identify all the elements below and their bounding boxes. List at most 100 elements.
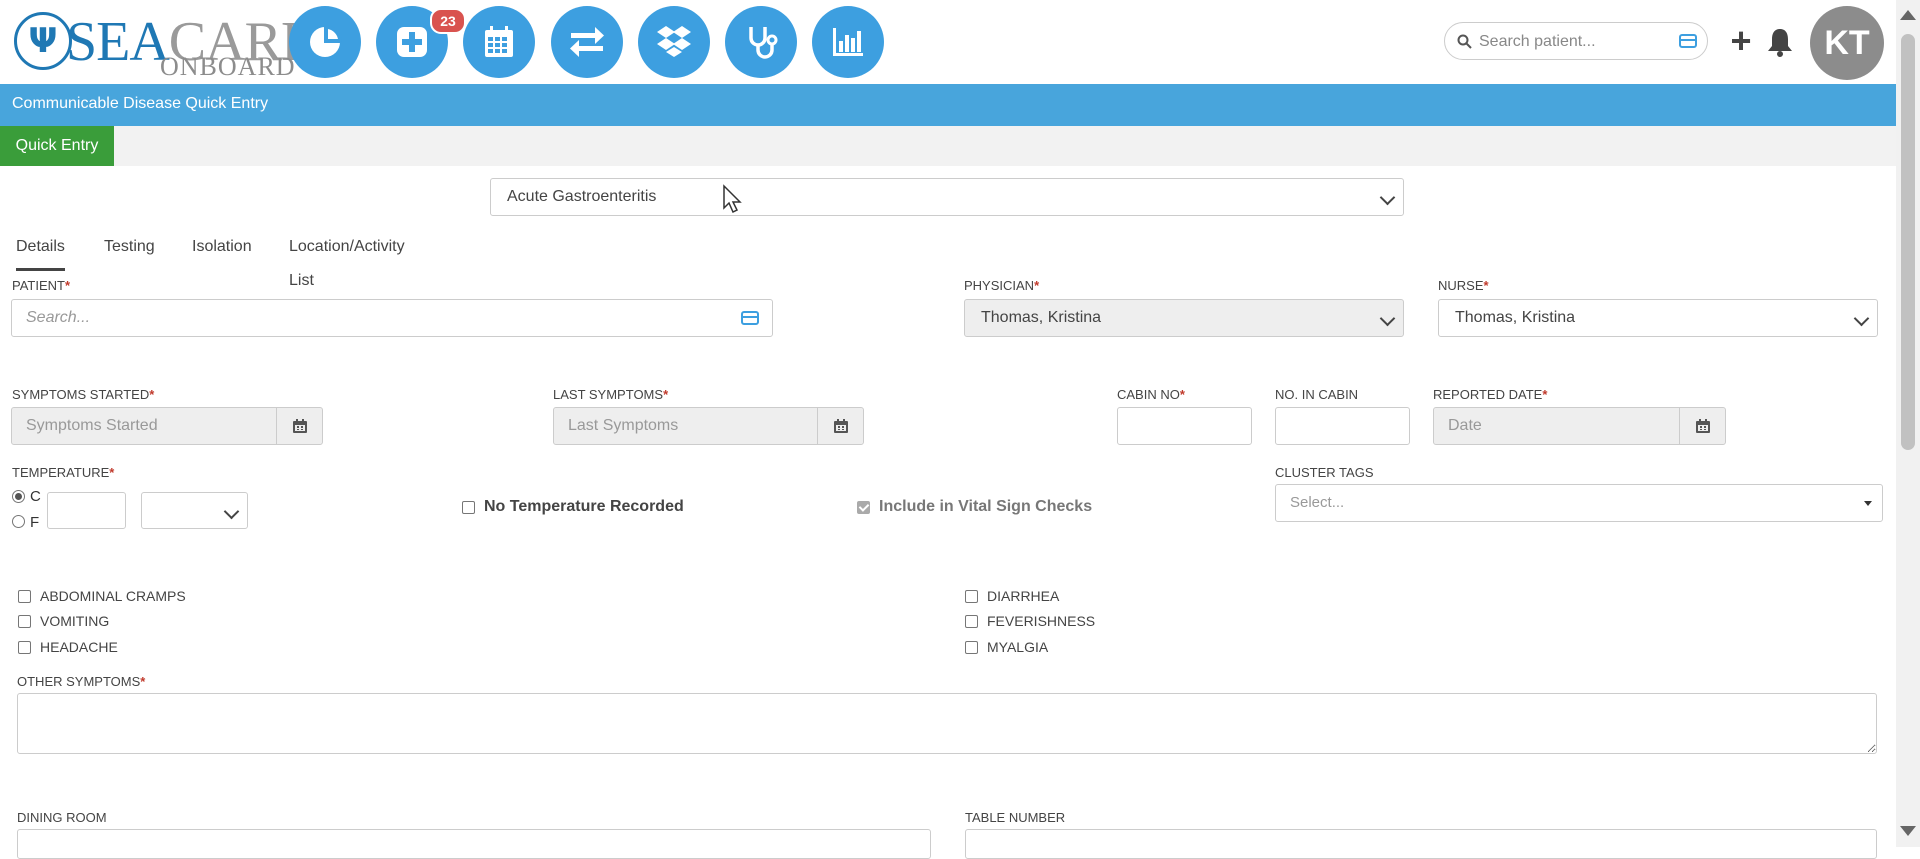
symptom-abdominal-cramps-checkbox[interactable]: ABDOMINAL CRAMPS bbox=[18, 588, 186, 604]
card-icon[interactable] bbox=[741, 311, 759, 325]
search-icon bbox=[1457, 34, 1472, 49]
bell-icon[interactable] bbox=[1765, 26, 1795, 58]
symptom-vomiting-checkbox[interactable]: VOMITING bbox=[18, 613, 109, 629]
checkbox-box[interactable] bbox=[965, 589, 978, 603]
physician-label: PHYSICIAN* bbox=[964, 278, 1040, 293]
table-number-label: TABLE NUMBER bbox=[965, 810, 1066, 825]
last-symptoms-input[interactable] bbox=[553, 407, 818, 445]
cabin-no-input[interactable] bbox=[1117, 407, 1252, 445]
temperature-label: TEMPERATURE* bbox=[12, 465, 115, 480]
symptoms-started-input[interactable] bbox=[11, 407, 277, 445]
table-number-input[interactable] bbox=[965, 829, 1877, 859]
calendar-icon bbox=[485, 26, 513, 57]
patient-field bbox=[11, 299, 773, 337]
checkbox-box[interactable] bbox=[18, 614, 31, 628]
last-symptoms-label: LAST SYMPTOMS* bbox=[553, 387, 669, 402]
bar-chart-icon bbox=[833, 28, 863, 56]
patient-search-field[interactable] bbox=[11, 299, 773, 337]
page-scrollbar[interactable] bbox=[1896, 0, 1920, 847]
symptom-diarrhea-checkbox[interactable]: DIARRHEA bbox=[965, 588, 1059, 604]
temp-unit-c-radio[interactable] bbox=[12, 490, 25, 503]
cabin-no-label: CABIN NO* bbox=[1117, 387, 1185, 402]
seacare-logo[interactable]: Ψ SEACARE ONBOARD bbox=[14, 12, 315, 81]
dropbox-icon bbox=[657, 26, 691, 57]
checkbox-box[interactable] bbox=[18, 640, 31, 654]
tab-isolation[interactable]: Isolation bbox=[192, 230, 252, 268]
symptoms-started-label: SYMPTOMS STARTED* bbox=[12, 387, 155, 402]
other-symptoms-label: OTHER SYMPTOMS* bbox=[17, 674, 146, 689]
reported-date-calendar-button[interactable] bbox=[1679, 407, 1726, 445]
nav-dashboard-button[interactable] bbox=[289, 6, 361, 78]
caret-down-icon bbox=[1864, 501, 1872, 506]
disease-select[interactable]: Acute Gastroenteritis bbox=[490, 178, 1404, 216]
physician-select[interactable]: Thomas, Kristina bbox=[964, 299, 1404, 337]
cluster-tags-select[interactable]: Select... bbox=[1275, 484, 1883, 522]
cluster-tags-label: CLUSTER TAGS bbox=[1275, 465, 1374, 480]
temp-unit-c-label: C bbox=[30, 488, 41, 505]
symptom-headache-checkbox[interactable]: HEADACHE bbox=[18, 639, 118, 655]
symptom-myalgia-checkbox[interactable]: MYALGIA bbox=[965, 639, 1048, 655]
physician-select-value: Thomas, Kristina bbox=[981, 309, 1102, 326]
nurse-label: NURSE* bbox=[1438, 278, 1489, 293]
calendar-icon bbox=[292, 419, 307, 433]
app-header: Ψ SEACARE ONBOARD 23 + KT bbox=[0, 0, 1896, 84]
temp-unit-f-radio[interactable] bbox=[12, 515, 25, 528]
last-symptoms-calendar-button[interactable] bbox=[817, 407, 864, 445]
checkbox-box[interactable] bbox=[965, 640, 978, 654]
no-in-cabin-label: NO. IN CABIN bbox=[1275, 387, 1359, 402]
chevron-down-icon bbox=[223, 503, 240, 520]
nurse-select-value: Thomas, Kristina bbox=[1455, 309, 1576, 326]
transfer-icon bbox=[570, 27, 604, 57]
quick-entry-bar: Quick Entry bbox=[0, 126, 1896, 166]
patient-search-input[interactable] bbox=[1477, 27, 1667, 57]
scroll-thumb[interactable] bbox=[1901, 34, 1915, 450]
scroll-down-arrow-icon[interactable] bbox=[1900, 826, 1916, 836]
chevron-down-icon bbox=[1853, 310, 1870, 327]
calendar-icon bbox=[833, 419, 848, 433]
reported-date-input[interactable] bbox=[1433, 407, 1680, 445]
stethoscope-icon bbox=[749, 27, 778, 59]
checkbox-box[interactable] bbox=[18, 589, 31, 603]
symptom-feverishness-checkbox[interactable]: FEVERISHNESS bbox=[965, 613, 1095, 629]
nav-transfer-button[interactable] bbox=[551, 6, 623, 78]
dashboard-pie-icon bbox=[310, 24, 343, 57]
nurse-select[interactable]: Thomas, Kristina bbox=[1438, 299, 1878, 337]
add-medical-icon bbox=[397, 27, 427, 57]
trident-icon: Ψ bbox=[14, 12, 72, 70]
no-in-cabin-input[interactable] bbox=[1275, 407, 1410, 445]
scroll-up-arrow-icon[interactable] bbox=[1900, 10, 1916, 20]
mouse-cursor-icon bbox=[723, 184, 742, 214]
checkbox-box[interactable] bbox=[857, 500, 870, 514]
calendar-icon bbox=[1695, 419, 1710, 433]
checkbox-box[interactable] bbox=[462, 500, 475, 514]
nav-stethoscope-button[interactable] bbox=[725, 6, 797, 78]
chevron-down-icon bbox=[1379, 189, 1396, 206]
nav-reports-button[interactable] bbox=[812, 6, 884, 78]
logo-subtitle: ONBOARD bbox=[160, 52, 296, 81]
patient-search bbox=[1444, 22, 1708, 60]
dining-room-select[interactable] bbox=[17, 829, 931, 859]
temp-unit-f-label: F bbox=[30, 514, 40, 531]
notification-count-badge: 23 bbox=[430, 8, 466, 34]
include-vital-sign-checks-checkbox[interactable]: Include in Vital Sign Checks bbox=[857, 498, 1092, 516]
tab-location-activity-list[interactable]: Location/Activity List bbox=[289, 230, 405, 289]
card-icon[interactable] bbox=[1679, 34, 1697, 48]
temperature-input[interactable] bbox=[47, 492, 126, 529]
tab-testing[interactable]: Testing bbox=[104, 230, 155, 268]
no-temperature-recorded-checkbox[interactable]: No Temperature Recorded bbox=[462, 498, 684, 516]
nav-dropbox-button[interactable] bbox=[638, 6, 710, 78]
dining-room-label: DINING ROOM bbox=[17, 810, 107, 825]
plus-icon[interactable]: + bbox=[1726, 23, 1756, 60]
checkbox-box[interactable] bbox=[965, 614, 978, 628]
other-symptoms-textarea[interactable] bbox=[17, 693, 1877, 754]
cluster-tags-placeholder: Select... bbox=[1290, 494, 1345, 511]
temperature-decimal-select[interactable] bbox=[141, 492, 248, 529]
user-avatar[interactable]: KT bbox=[1810, 6, 1884, 80]
quick-entry-button[interactable]: Quick Entry bbox=[0, 126, 114, 166]
tab-details[interactable]: Details bbox=[16, 230, 65, 271]
chevron-down-icon bbox=[1379, 310, 1396, 327]
disease-select-value: Acute Gastroenteritis bbox=[507, 188, 657, 205]
symptoms-started-calendar-button[interactable] bbox=[276, 407, 323, 445]
nav-calendar-button[interactable] bbox=[463, 6, 535, 78]
reported-date-label: REPORTED DATE* bbox=[1433, 387, 1548, 402]
